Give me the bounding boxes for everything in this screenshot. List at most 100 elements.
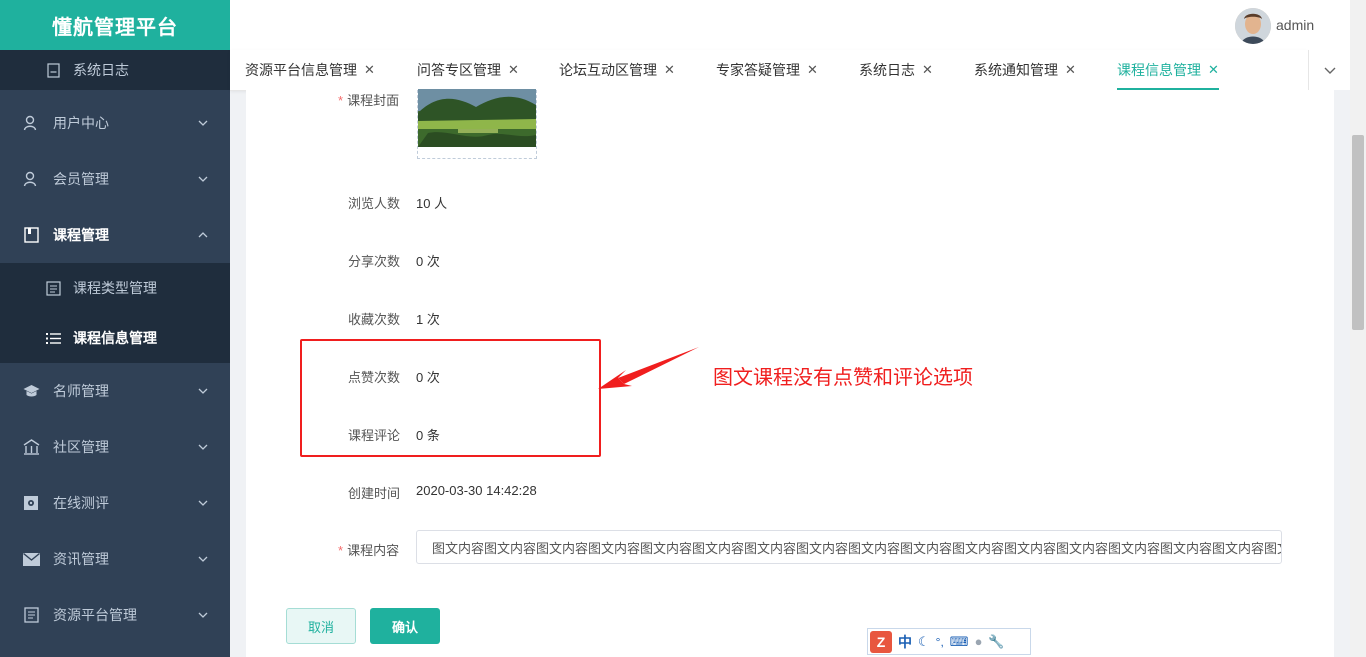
ime-toolbar[interactable]: Z 中 ☾ °, ⌨ ● 🔧 xyxy=(867,628,1031,655)
sidebar-item-label: 名师管理 xyxy=(53,383,109,399)
views-value: 10 人 xyxy=(416,196,448,211)
favorites-label: 收藏次数 xyxy=(348,312,401,327)
sidebar-item-label: 资讯管理 xyxy=(53,551,109,567)
tab-system-log[interactable]: 系统日志 ✕ xyxy=(859,50,933,90)
course-content-input[interactable]: 图文内容图文内容图文内容图文内容图文内容图文内容图文内容图文内容图文内容图文内容… xyxy=(416,530,1282,564)
tab-resource-platform-info[interactable]: 资源平台信息管理 ✕ xyxy=(245,50,375,90)
confirm-button[interactable]: 确认 xyxy=(370,608,440,644)
user-icon xyxy=(22,114,40,132)
username[interactable]: admin xyxy=(1276,17,1314,33)
user-icon[interactable]: ● xyxy=(975,634,983,649)
chevron-down-icon xyxy=(198,120,208,126)
chevron-down-icon xyxy=(198,500,208,506)
sidebar-item-label: 课程信息管理 xyxy=(73,330,157,346)
moon-icon[interactable]: ☾ xyxy=(918,634,930,650)
cancel-button[interactable]: 取消 xyxy=(286,608,356,644)
sidebar-item-label: 系统日志 xyxy=(73,62,129,78)
tab-label: 系统日志 xyxy=(859,62,915,78)
sidebar-item-system-log[interactable]: 系统日志 xyxy=(0,50,230,90)
required-mark: * xyxy=(338,93,344,108)
monitor-icon xyxy=(22,494,40,512)
chevron-down-icon xyxy=(198,176,208,182)
mail-icon xyxy=(22,550,40,568)
sidebar-item-label: 课程管理 xyxy=(53,227,109,243)
annotation-arrow-icon xyxy=(598,347,699,389)
sidebar-item-course-management[interactable]: 课程管理 xyxy=(0,207,230,263)
created-time-label: 创建时间 xyxy=(348,486,401,501)
favorites-value: 1 次 xyxy=(416,312,440,327)
tab-label: 问答专区管理 xyxy=(417,62,501,78)
close-icon[interactable]: ✕ xyxy=(922,62,933,78)
scrollbar-thumb[interactable] xyxy=(1352,135,1364,330)
chevron-down-icon xyxy=(198,444,208,450)
sidebar-item-label: 会员管理 xyxy=(53,171,109,187)
list-icon xyxy=(44,329,62,347)
tab-forum-interaction[interactable]: 论坛互动区管理 ✕ xyxy=(559,50,675,90)
sidebar-item-label: 课程类型管理 xyxy=(73,280,157,296)
chevron-up-icon xyxy=(198,232,208,238)
cover-image-upload[interactable] xyxy=(417,89,537,159)
page-scrollbar[interactable] xyxy=(1350,0,1366,657)
tab-qa-zone[interactable]: 问答专区管理 ✕ xyxy=(417,50,519,90)
tab-label: 课程信息管理 xyxy=(1117,62,1201,78)
created-time-value: 2020-03-30 14:42:28 xyxy=(416,483,537,498)
tabs-dropdown-button[interactable] xyxy=(1308,50,1351,90)
tab-course-info[interactable]: 课程信息管理 ✕ xyxy=(1117,50,1219,90)
wrench-icon[interactable]: 🔧 xyxy=(988,634,1004,650)
annotation-highlight-box xyxy=(300,339,601,457)
ime-language-indicator[interactable]: 中 xyxy=(898,632,912,652)
close-icon[interactable]: ✕ xyxy=(364,62,375,78)
tab-expert-qa[interactable]: 专家答疑管理 ✕ xyxy=(716,50,818,90)
chevron-down-icon xyxy=(198,556,208,562)
book-icon xyxy=(22,226,40,244)
sidebar-item-community-management[interactable]: 社区管理 xyxy=(0,419,230,475)
sidebar-item-teacher-management[interactable]: 名师管理 xyxy=(0,363,230,419)
graduation-cap-icon xyxy=(22,382,40,400)
sidebar-item-label: 用户中心 xyxy=(53,115,109,131)
tab-label: 资源平台信息管理 xyxy=(245,62,357,78)
sidebar-item-course-type-management[interactable]: 课程类型管理 xyxy=(0,263,230,313)
member-icon xyxy=(22,170,40,188)
sidebar-item-news-management[interactable]: 资讯管理 xyxy=(0,531,230,587)
top-header xyxy=(230,0,1366,50)
shares-label: 分享次数 xyxy=(348,254,401,269)
sidebar-item-user-center[interactable]: 用户中心 xyxy=(0,95,230,151)
required-mark: * xyxy=(338,543,344,558)
sidebar-item-member-management[interactable]: 会员管理 xyxy=(0,151,230,207)
tabs-bar: 资源平台信息管理 ✕ 问答专区管理 ✕ 论坛互动区管理 ✕ 专家答疑管理 ✕ 系统日志 ✕… xyxy=(230,50,1308,91)
close-icon[interactable]: ✕ xyxy=(664,62,675,78)
ime-logo-icon: Z xyxy=(870,630,892,653)
sidebar-item-course-info-management[interactable]: 课程信息管理 xyxy=(0,313,230,363)
close-icon[interactable]: ✕ xyxy=(1065,62,1076,78)
keyboard-icon[interactable]: ⌨ xyxy=(950,634,969,650)
user-avatar[interactable] xyxy=(1235,8,1271,44)
shares-value: 0 次 xyxy=(416,254,440,269)
app-logo-title: 懂航管理平台 xyxy=(0,0,230,50)
chevron-down-icon xyxy=(1324,67,1336,74)
views-label: 浏览人数 xyxy=(348,196,401,211)
course-cover-image xyxy=(418,89,536,147)
sidebar: 懂航管理平台 系统日志 用户中心 会员管理 课程管理 课程类型管理 课程信息管理… xyxy=(0,0,230,657)
sidebar-item-online-assessment[interactable]: 在线测评 xyxy=(0,475,230,531)
sidebar-item-label: 社区管理 xyxy=(53,439,109,455)
document-list-icon xyxy=(22,606,40,624)
tab-label: 专家答疑管理 xyxy=(716,62,800,78)
building-icon xyxy=(22,438,40,456)
chevron-down-icon xyxy=(198,612,208,618)
sidebar-item-label: 资源平台管理 xyxy=(53,607,137,623)
tab-label: 系统通知管理 xyxy=(974,62,1058,78)
list-document-icon xyxy=(44,279,62,297)
cover-label: * 课程封面 xyxy=(338,93,400,108)
punctuation-icon[interactable]: °, xyxy=(936,635,944,649)
annotation-text: 图文课程没有点赞和评论选项 xyxy=(713,367,973,389)
close-icon[interactable]: ✕ xyxy=(807,62,818,78)
sidebar-item-label: 在线测评 xyxy=(53,495,109,511)
sidebar-item-resource-platform-management[interactable]: 资源平台管理 xyxy=(0,587,230,643)
content-label: * 课程内容 xyxy=(338,543,400,558)
document-icon xyxy=(44,61,62,79)
tab-system-notice[interactable]: 系统通知管理 ✕ xyxy=(974,50,1076,90)
close-icon[interactable]: ✕ xyxy=(1208,62,1219,78)
close-icon[interactable]: ✕ xyxy=(508,62,519,78)
chevron-down-icon xyxy=(198,388,208,394)
tab-label: 论坛互动区管理 xyxy=(559,62,657,78)
